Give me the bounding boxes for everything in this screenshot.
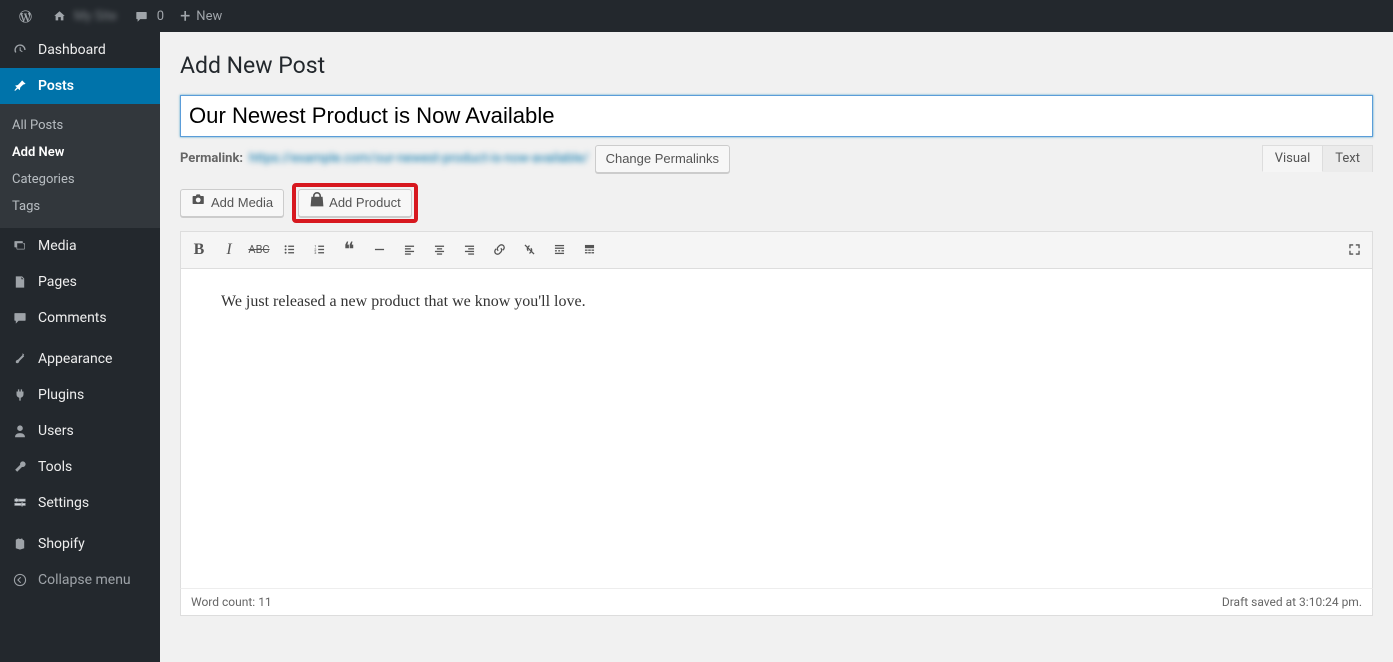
permalink-url[interactable]: https://example.com/our-newest-product-i… [249, 151, 589, 166]
shopify-bag-icon [309, 192, 325, 213]
comment-icon [10, 308, 30, 328]
pin-icon [10, 76, 30, 96]
user-icon [10, 421, 30, 441]
editor-toolbar: B I ABC 123 ❝ [180, 231, 1373, 269]
editor-tabs: Visual Text [1262, 145, 1373, 172]
comments-count: 0 [157, 9, 164, 24]
add-media-button[interactable]: Add Media [180, 189, 284, 217]
bold-button[interactable]: B [185, 236, 213, 264]
comments-link[interactable]: 0 [125, 0, 172, 32]
sidebar-item-comments[interactable]: Comments [0, 300, 160, 336]
post-title-input[interactable] [180, 95, 1373, 137]
add-product-highlight: Add Product [292, 183, 418, 223]
strikethrough-button[interactable]: ABC [245, 236, 273, 264]
sidebar-label: Plugins [38, 387, 84, 403]
save-status: Draft saved at 3:10:24 pm. [1222, 595, 1362, 609]
sidebar-item-tools[interactable]: Tools [0, 449, 160, 485]
add-product-button[interactable]: Add Product [298, 189, 412, 217]
read-more-button[interactable] [545, 236, 573, 264]
tab-visual[interactable]: Visual [1262, 145, 1324, 172]
sidebar-label: Shopify [38, 536, 85, 552]
wp-logo[interactable] [8, 0, 42, 32]
sidebar-label: Collapse menu [38, 572, 131, 588]
editor-content: We just released a new product that we k… [221, 289, 1332, 315]
link-button[interactable] [485, 236, 513, 264]
sidebar-item-plugins[interactable]: Plugins [0, 377, 160, 413]
italic-button[interactable]: I [215, 236, 243, 264]
sidebar-item-appearance[interactable]: Appearance [0, 341, 160, 377]
unlink-button[interactable] [515, 236, 543, 264]
align-center-button[interactable] [425, 236, 453, 264]
sidebar-item-media[interactable]: Media [0, 228, 160, 264]
sidebar-collapse[interactable]: Collapse menu [0, 562, 160, 598]
sidebar-item-dashboard[interactable]: Dashboard [0, 32, 160, 68]
sidebar-label: Appearance [38, 351, 112, 367]
media-buttons: Add Media Add Product [180, 183, 1373, 223]
new-label: New [196, 9, 222, 24]
sidebar-label: Posts [38, 78, 74, 94]
page-title: Add New Post [180, 42, 1373, 85]
media-icon [10, 236, 30, 256]
site-name: My Site [74, 9, 117, 24]
dashboard-icon [10, 40, 30, 60]
add-product-label: Add Product [329, 195, 401, 210]
sidebar-item-pages[interactable]: Pages [0, 264, 160, 300]
editor-footer: Word count: 11 Draft saved at 3:10:24 pm… [180, 588, 1373, 616]
sidebar-label: Tools [38, 459, 72, 475]
sidebar-label: Settings [38, 495, 89, 511]
editor-body[interactable]: We just released a new product that we k… [180, 269, 1373, 589]
plug-icon [10, 385, 30, 405]
editor-wrap: Add Media Add Product Visual Text B [180, 183, 1373, 616]
submenu-tags[interactable]: Tags [0, 193, 160, 220]
wrench-icon [10, 457, 30, 477]
sidebar-item-shopify[interactable]: Shopify [0, 526, 160, 562]
camera-music-icon [191, 192, 207, 213]
comment-icon [133, 7, 151, 25]
sidebar-item-users[interactable]: Users [0, 413, 160, 449]
permalink-label: Permalink: [180, 151, 243, 166]
sidebar-item-settings[interactable]: Settings [0, 485, 160, 521]
align-left-button[interactable] [395, 236, 423, 264]
fullscreen-button[interactable] [1340, 236, 1368, 264]
submenu-all-posts[interactable]: All Posts [0, 112, 160, 139]
sidebar-label: Comments [38, 310, 107, 326]
submenu-categories[interactable]: Categories [0, 166, 160, 193]
sidebar-label: Dashboard [38, 42, 106, 58]
tab-text[interactable]: Text [1323, 145, 1373, 172]
svg-text:3: 3 [314, 250, 316, 255]
sidebar-label: Media [38, 238, 77, 254]
main-content: Add New Post Permalink: https://example.… [160, 32, 1393, 662]
permalink-row: Permalink: https://example.com/our-newes… [180, 137, 1373, 183]
posts-submenu: All Posts Add New Categories Tags [0, 104, 160, 228]
word-count: Word count: 11 [191, 595, 272, 609]
add-media-label: Add Media [211, 195, 273, 210]
brush-icon [10, 349, 30, 369]
page-icon [10, 272, 30, 292]
sliders-icon [10, 493, 30, 513]
collapse-icon [10, 570, 30, 590]
sidebar-item-posts[interactable]: Posts [0, 68, 160, 104]
new-content[interactable]: + New [172, 0, 230, 32]
submenu-add-new[interactable]: Add New [0, 139, 160, 166]
change-permalinks-button[interactable]: Change Permalinks [595, 145, 730, 173]
wordpress-icon [16, 7, 34, 25]
toolbar-toggle-button[interactable] [575, 236, 603, 264]
home-icon [50, 7, 68, 25]
sidebar-label: Users [38, 423, 74, 439]
sidebar-label: Pages [38, 274, 77, 290]
plus-icon: + [180, 6, 190, 27]
bulleted-list-button[interactable] [275, 236, 303, 264]
admin-bar: My Site 0 + New [0, 0, 1393, 32]
shopify-icon [10, 534, 30, 554]
site-home[interactable]: My Site [42, 0, 125, 32]
blockquote-button[interactable]: ❝ [335, 236, 363, 264]
numbered-list-button[interactable]: 123 [305, 236, 333, 264]
hr-button[interactable] [365, 236, 393, 264]
admin-sidebar: Dashboard Posts All Posts Add New Catego… [0, 32, 160, 662]
align-right-button[interactable] [455, 236, 483, 264]
